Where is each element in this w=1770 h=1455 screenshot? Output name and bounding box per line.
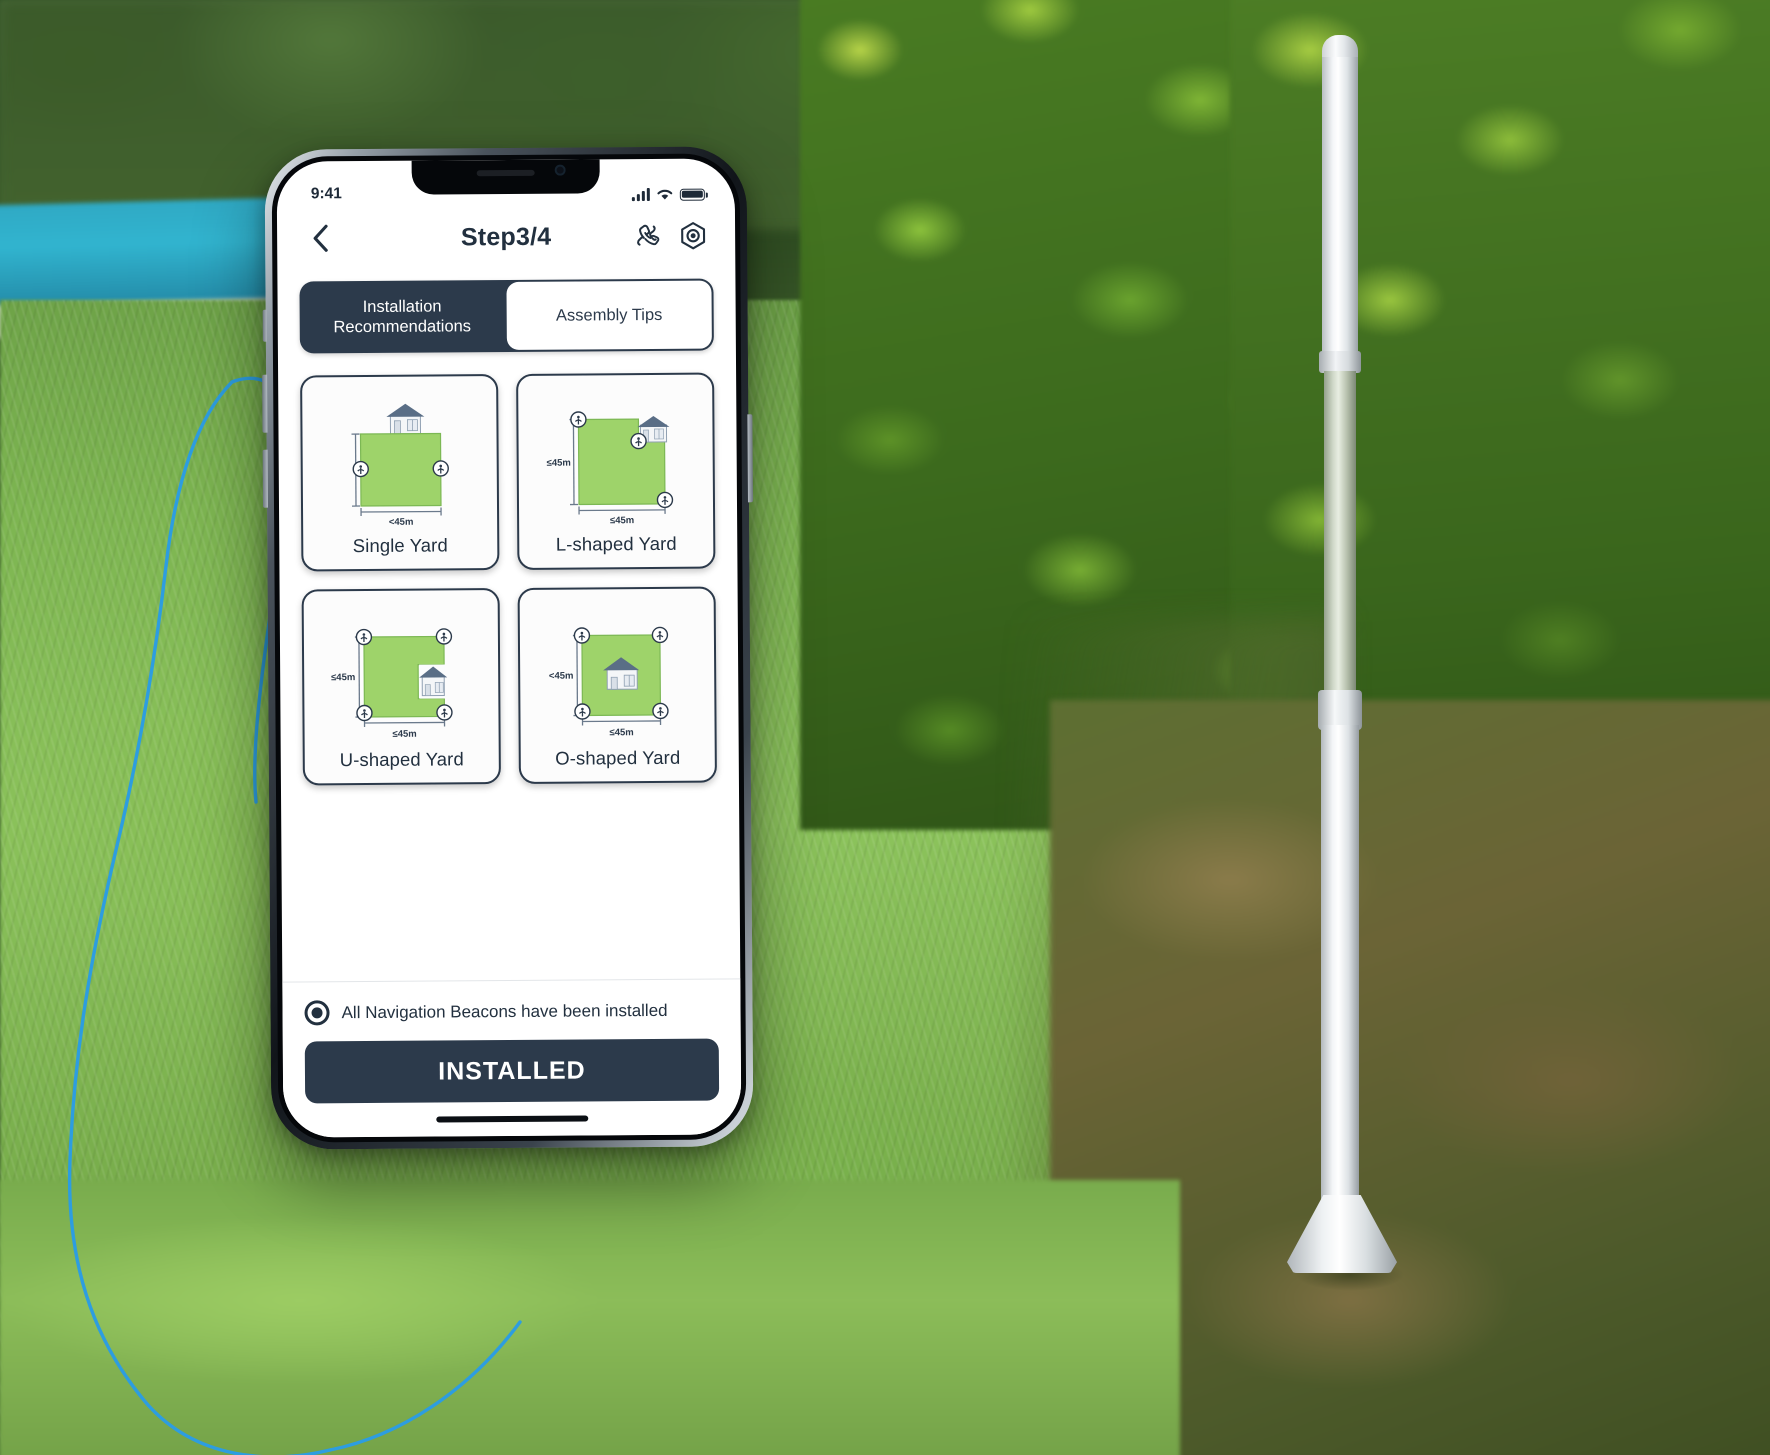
dim-width-label: <45m	[389, 517, 414, 528]
yard-card-l-shaped[interactable]: ≤45m ≤45m L-shaped Yard	[516, 372, 716, 570]
volume-up-button[interactable]	[262, 374, 268, 433]
single-yard-figure: <45m	[351, 403, 449, 528]
smartphone-device: 9:41 Step3/4 Installation Recommendation…	[262, 146, 754, 1150]
yard-card-o-shaped[interactable]: <45m ≤45m O-shaped Yard	[517, 586, 717, 784]
yard-card-single[interactable]: <45m Single Yard	[300, 374, 500, 572]
beacon-icon	[630, 432, 647, 450]
beacon-icon	[436, 704, 453, 721]
status-time: 9:41	[310, 185, 342, 203]
l-shaped-yard-figure: ≤45m ≤45m	[547, 411, 674, 526]
house-icon	[386, 403, 425, 435]
beacon-icon	[652, 702, 669, 720]
beacon-icon	[651, 626, 669, 644]
u-shaped-yard-figure: ≤45m ≤45m	[331, 628, 453, 740]
pole-joint-upper	[1319, 351, 1361, 373]
volume-down-button[interactable]	[262, 449, 269, 508]
pole-middle-segment	[1324, 371, 1356, 701]
settings-button[interactable]	[677, 220, 709, 252]
beacon-icon	[435, 628, 453, 645]
status-bar: 9:41	[277, 158, 735, 207]
consent-row[interactable]: All Navigation Beacons have been install…	[304, 998, 718, 1026]
beacon-icon	[352, 460, 369, 478]
yard-diagram-l-shaped: ≤45m ≤45m	[526, 389, 705, 534]
yard-card-label: L-shaped Yard	[555, 532, 677, 555]
pole-upper-segment	[1322, 57, 1358, 357]
yard-type-grid: <45m Single Yard ≤45m ≤45m L-shaped Yard…	[278, 350, 740, 981]
phone-screen: 9:41 Step3/4 Installation Recommendation…	[276, 158, 742, 1138]
power-button[interactable]	[747, 414, 753, 503]
wifi-icon	[657, 189, 673, 200]
signal-bars-icon	[631, 187, 650, 201]
status-indicators	[631, 187, 705, 202]
tab-installation-recommendations[interactable]: Installation Recommendations	[299, 280, 504, 353]
dim-height-label: ≤45m	[547, 458, 571, 469]
yard-card-label: U-shaped Yard	[339, 748, 464, 771]
dim-width-label: ≤45m	[392, 729, 416, 740]
yard-diagram-u-shaped: ≤45m ≤45m	[312, 604, 491, 749]
beacon-icon	[432, 460, 449, 477]
foreground-grass	[0, 1180, 1180, 1455]
back-button[interactable]	[303, 221, 337, 255]
dim-width-label: ≤45m	[610, 515, 634, 526]
consent-label: All Navigation Beacons have been install…	[341, 1000, 668, 1022]
o-shaped-yard-figure: <45m ≤45m	[549, 626, 669, 738]
yard-card-u-shaped[interactable]: ≤45m ≤45m U-shaped Yard	[301, 588, 501, 786]
phone-handset-icon	[637, 224, 660, 246]
pole-joint-lower	[1318, 690, 1362, 730]
beacon-icon	[356, 704, 373, 722]
hex-gear-icon	[681, 222, 706, 250]
app-header: Step3/4	[277, 204, 735, 269]
pole-lower-segment	[1321, 725, 1359, 1225]
call-support-button[interactable]	[631, 220, 663, 252]
segmented-tabs: Installation Recommendations Assembly Ti…	[299, 278, 714, 354]
beacon-icon	[573, 627, 591, 644]
installed-button[interactable]: INSTALLED	[304, 1038, 720, 1104]
dim-width-label: ≤45m	[609, 727, 633, 738]
yard-diagram-single: <45m	[310, 390, 489, 535]
navigation-beacon-pole	[1275, 35, 1425, 1300]
home-indicator[interactable]	[436, 1115, 589, 1123]
bottom-action-area: All Navigation Beacons have been install…	[282, 978, 742, 1138]
silent-switch[interactable]	[262, 309, 267, 342]
battery-full-icon	[679, 188, 705, 201]
beacon-icon	[656, 491, 674, 509]
yard-diagram-o-shaped: <45m ≤45m	[528, 603, 707, 748]
house-icon	[419, 664, 448, 699]
tab-assembly-tips[interactable]: Assembly Tips	[506, 280, 712, 351]
chevron-left-icon	[313, 224, 328, 252]
phone-bezel: 9:41 Step3/4 Installation Recommendation…	[271, 153, 747, 1143]
yard-card-label: Single Yard	[352, 534, 448, 557]
beacon-icon	[355, 628, 373, 646]
consent-radio-button[interactable]	[304, 1000, 330, 1026]
beacon-icon	[570, 411, 587, 428]
beacon-icon	[574, 703, 591, 720]
yard-card-label: O-shaped Yard	[555, 746, 681, 769]
header-actions	[631, 220, 709, 253]
dim-height-label: <45m	[549, 671, 574, 682]
dim-height-label: ≤45m	[331, 672, 355, 683]
